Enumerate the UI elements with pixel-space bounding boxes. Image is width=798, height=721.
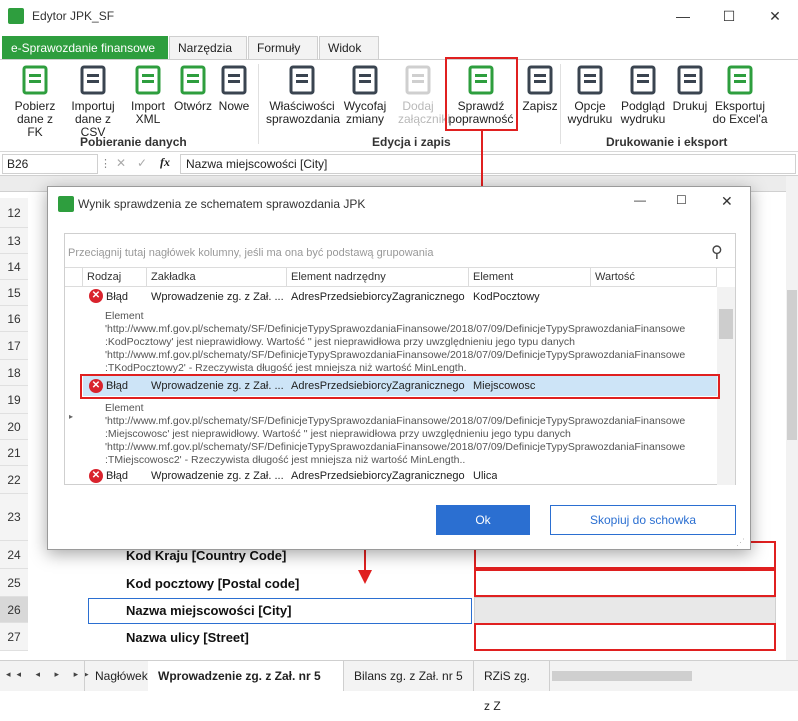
column-header-zakladka[interactable]: Zakładka bbox=[147, 268, 287, 287]
detail-line: 'http://www.mf.gov.pl/schematy/SF/Defini… bbox=[105, 441, 686, 453]
column-header-element-nadrzedny[interactable]: Element nadrzędny bbox=[287, 268, 469, 287]
detail-line: Element bbox=[105, 310, 144, 322]
detail-line: :TMiejscowosc2' - Rzeczywista długość je… bbox=[105, 454, 466, 466]
column-header-rodzaj[interactable]: Rodzaj bbox=[83, 268, 147, 287]
detail-line: :Miejscowosc' jest nieprawidłowy. Wartoś… bbox=[105, 428, 571, 440]
error-icon: ✕ bbox=[89, 469, 103, 483]
cell-type: Błąd bbox=[106, 291, 129, 303]
ok-button[interactable]: Ok bbox=[436, 505, 530, 535]
dialog-title: Wynik sprawdzenia ze schematem sprawozda… bbox=[78, 197, 366, 211]
sheet-tab-rzis[interactable]: RZiS zg. z Z bbox=[474, 661, 550, 713]
validation-dialog: Wynik sprawdzenia ze schematem sprawozda… bbox=[47, 186, 751, 550]
minimize-button[interactable]: — bbox=[634, 193, 646, 207]
column-header-indicator bbox=[65, 268, 83, 287]
row-indicator-icon: ▸ bbox=[69, 412, 74, 421]
group-panel[interactable]: Przeciągnij tutaj nagłówek kolumny, jeśl… bbox=[65, 234, 735, 268]
results-grid: Przeciągnij tutaj nagłówek kolumny, jeśl… bbox=[64, 233, 736, 485]
sheet-nav-arrows[interactable]: ◂◂ ◂ ▸ ▸▸ bbox=[6, 669, 95, 680]
cell-element: Miejscowosc bbox=[473, 380, 536, 392]
cell-tab: Wprowadzenie zg. z Zał. ... bbox=[151, 291, 284, 303]
detail-line: 'http://www.mf.gov.pl/schematy/SF/Defini… bbox=[105, 323, 686, 335]
sheet-tab-bilans[interactable]: Bilans zg. z Zał. nr 5 bbox=[344, 661, 474, 691]
detail-line: 'http://www.mf.gov.pl/schematy/SF/Defini… bbox=[105, 415, 686, 427]
maximize-button[interactable]: ☐ bbox=[676, 193, 687, 207]
grid-scrollbar-thumb[interactable] bbox=[719, 309, 733, 339]
search-icon[interactable]: ⚲ bbox=[711, 242, 723, 262]
cell-element: KodPocztowy bbox=[473, 291, 540, 303]
detail-line: :KodPocztowy' jest nieprawidłowy. Wartoś… bbox=[105, 336, 575, 348]
cell-parent: AdresPrzedsiebiorcyZagranicznego bbox=[291, 291, 465, 303]
cell-type: Błąd bbox=[106, 470, 129, 482]
sheet-tab-wprowadzenie[interactable]: Wprowadzenie zg. z Zał. nr 5 bbox=[148, 661, 344, 691]
resize-grip-icon[interactable]: ⋰ bbox=[736, 537, 745, 548]
cell-tab: Wprowadzenie zg. z Zał. ... bbox=[151, 470, 284, 482]
column-header-element[interactable]: Element bbox=[469, 268, 591, 287]
cell-parent: AdresPrzedsiebiorcyZagranicznego bbox=[291, 470, 465, 482]
app-icon bbox=[58, 196, 74, 212]
column-header-wartosc[interactable]: Wartość bbox=[591, 268, 717, 287]
close-button[interactable]: ✕ bbox=[721, 193, 733, 210]
horizontal-scrollbar[interactable] bbox=[552, 671, 692, 681]
cell-tab: Wprowadzenie zg. z Zał. ... bbox=[151, 380, 284, 392]
sheet-tabs-bar: ◂◂ ◂ ▸ ▸▸ Nagłówek Wprowadzenie zg. z Za… bbox=[0, 660, 798, 713]
cell-element: Ulica bbox=[473, 470, 498, 482]
copy-to-clipboard-button[interactable]: Skopiuj do schowka bbox=[550, 505, 736, 535]
error-icon: ✕ bbox=[89, 379, 103, 393]
detail-line: 'http://www.mf.gov.pl/schematy/SF/Defini… bbox=[105, 349, 686, 361]
cell-parent: AdresPrzedsiebiorcyZagranicznego bbox=[291, 380, 465, 392]
cell-type: Błąd bbox=[106, 380, 129, 392]
detail-line: Element bbox=[105, 402, 144, 414]
error-icon: ✕ bbox=[89, 289, 103, 303]
